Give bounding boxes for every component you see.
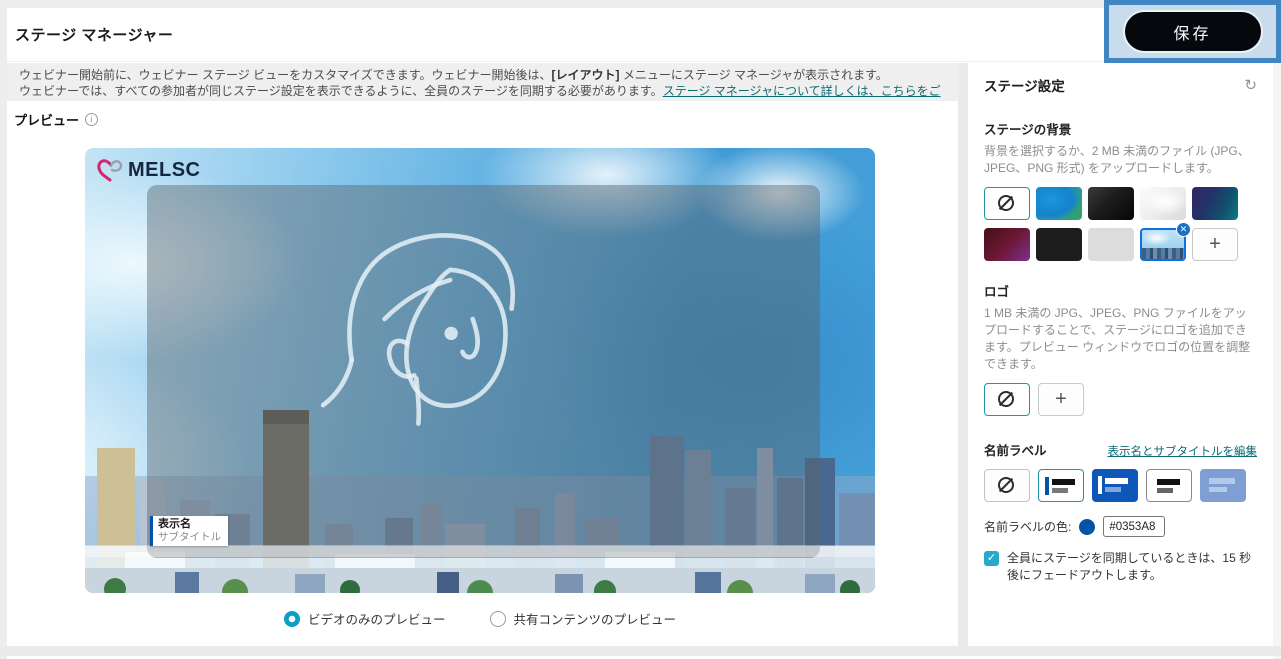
page-title: ステージ マネージャー xyxy=(15,24,173,45)
color-label: 名前ラベルの色: xyxy=(984,518,1071,535)
name-label-style-blue-solid[interactable] xyxy=(1092,469,1138,502)
color-hex-input[interactable] xyxy=(1103,516,1165,537)
background-upload-button[interactable]: + xyxy=(1192,228,1238,261)
prohibited-icon xyxy=(998,477,1014,493)
brand-heart-icon xyxy=(97,157,123,183)
logo-none-option[interactable] xyxy=(984,383,1030,416)
background-heading: ステージの背景 xyxy=(984,119,1257,138)
sync-fadeout-row: ✓ 全員にステージを同期しているときは、15 秒後にフェードアウトします。 xyxy=(984,550,1257,584)
background-blue-green-option[interactable] xyxy=(1036,187,1082,220)
edit-display-name-link[interactable]: 表示名とサブタイトルを編集 xyxy=(1108,443,1258,459)
window-frame-left xyxy=(0,8,7,659)
logo-upload-button[interactable]: + xyxy=(1038,383,1084,416)
radio-selected-icon[interactable] xyxy=(284,611,300,627)
prohibited-icon xyxy=(998,195,1014,211)
name-label-color-row: 名前ラベルの色: xyxy=(984,516,1257,537)
sync-fadeout-text: 全員にステージを同期しているときは、15 秒後にフェードアウトします。 xyxy=(1007,550,1257,584)
window-frame-bottom xyxy=(0,646,1281,656)
brand-logo[interactable]: MELSC xyxy=(97,157,201,183)
settings-header: ステージ設定 ↻ xyxy=(984,75,1257,95)
radio-shared-content[interactable]: 共有コンテンツのプレビュー xyxy=(490,609,677,628)
stage-preview[interactable]: MELSC 表示名 サブタイトル xyxy=(85,148,875,593)
preview-mode-radios: ビデオのみのプレビュー 共有コンテンツのプレビュー xyxy=(85,609,875,628)
prohibited-icon xyxy=(998,391,1014,407)
stage-settings-panel: ステージ設定 ↻ ステージの背景 背景を選択するか、2 MB 未満のファイル (… xyxy=(968,63,1273,646)
background-city-option-selected[interactable]: ✕ xyxy=(1140,228,1186,261)
checkbox-checked-icon[interactable]: ✓ xyxy=(984,551,999,566)
background-thumbnails: ✕ + xyxy=(984,187,1257,261)
radio-unselected-icon[interactable] xyxy=(490,611,506,627)
name-label-style-translucent-blue[interactable] xyxy=(1200,469,1246,502)
click-highlight-box: 保存 xyxy=(1104,0,1281,63)
name-label-heading: 名前ラベル xyxy=(984,440,1047,459)
banner-line1: ウェビナー開始前に、ウェビナー ステージ ビューをカスタマイズできます。ウェビナ… xyxy=(19,67,946,83)
window-frame-top xyxy=(0,0,1281,8)
name-label-styles xyxy=(984,469,1257,502)
info-icon[interactable]: i xyxy=(85,113,98,126)
logo-description: 1 MB 未満の JPG、JPEG、PNG ファイルをアップロードすることで、ス… xyxy=(984,305,1257,373)
title-bar: ステージ マネージャー xyxy=(7,8,1281,62)
window-frame-right xyxy=(1273,63,1281,659)
preview-panel: プレビュー i xyxy=(7,101,958,646)
background-gray-option[interactable] xyxy=(1088,228,1134,261)
panel-divider xyxy=(958,63,968,646)
background-navy-teal-option[interactable] xyxy=(1192,187,1238,220)
logo-options: + xyxy=(984,383,1257,416)
background-none-option[interactable] xyxy=(984,187,1030,220)
background-description: 背景を選択するか、2 MB 未満のファイル (JPG、JPEG、PNG 形式) … xyxy=(984,143,1257,177)
save-button[interactable]: 保存 xyxy=(1123,10,1263,53)
background-dark-wave-option[interactable] xyxy=(1088,187,1134,220)
preview-name-label[interactable]: 表示名 サブタイトル xyxy=(150,516,228,546)
radio-video-only[interactable]: ビデオのみのプレビュー xyxy=(284,609,446,628)
background-light-silk-option[interactable] xyxy=(1140,187,1186,220)
name-label-style-light-accent-selected[interactable] xyxy=(1038,469,1084,502)
preview-heading: プレビュー i xyxy=(14,110,98,129)
color-swatch[interactable] xyxy=(1079,519,1095,535)
stage-manager-window: ステージ マネージャー 保存 ウェビナー開始前に、ウェビナー ステージ ビューを… xyxy=(0,0,1281,659)
name-label-header: 名前ラベル 表示名とサブタイトルを編集 xyxy=(984,440,1257,459)
info-banner: ウェビナー開始前に、ウェビナー ステージ ビューをカスタマイズできます。ウェビナ… xyxy=(7,63,958,101)
name-label-none-option[interactable] xyxy=(984,469,1030,502)
overlay-light-bar xyxy=(85,545,875,557)
background-maroon-option[interactable] xyxy=(984,228,1030,261)
name-label-style-light-plain[interactable] xyxy=(1146,469,1192,502)
remove-background-icon[interactable]: ✕ xyxy=(1176,222,1191,237)
logo-heading: ロゴ xyxy=(984,281,1257,300)
refresh-icon[interactable]: ↻ xyxy=(1244,76,1257,94)
background-black-option[interactable] xyxy=(1036,228,1082,261)
person-silhouette-icon xyxy=(321,196,526,441)
